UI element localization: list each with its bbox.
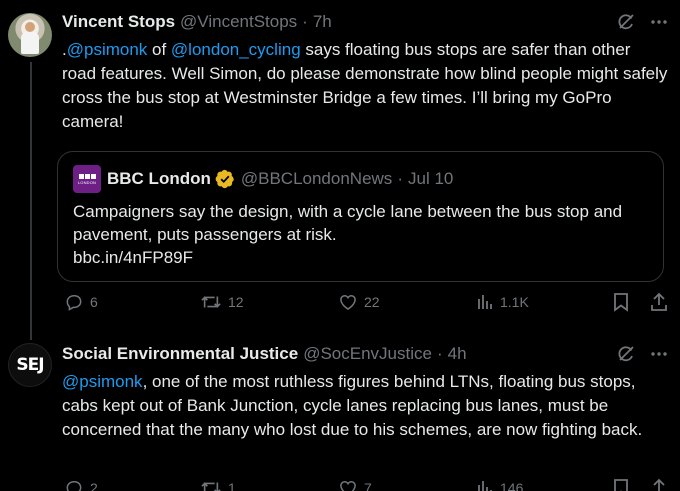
grok-icon[interactable]	[616, 344, 636, 364]
bookmark-button[interactable]	[612, 292, 630, 312]
more-icon[interactable]	[650, 13, 668, 31]
text-segment: of	[147, 40, 171, 59]
repost-button[interactable]: 12	[200, 292, 244, 312]
tweet-actions: 2 1 7 146	[0, 478, 680, 491]
mention-link[interactable]: @psimonk	[67, 40, 148, 59]
avatar-logo-text: SEJ	[16, 355, 44, 375]
views-icon	[476, 293, 494, 311]
bookmark-icon	[612, 292, 630, 312]
repost-count: 12	[228, 294, 244, 310]
like-count: 22	[364, 294, 380, 310]
like-icon	[338, 478, 358, 491]
share-button[interactable]	[650, 478, 668, 491]
like-button[interactable]: 7	[338, 478, 372, 491]
timestamp[interactable]: 7h	[313, 12, 332, 32]
mention-link[interactable]: @psimonk	[62, 372, 143, 391]
views-count: 146	[500, 480, 524, 491]
views-button[interactable]: 146	[476, 479, 523, 491]
quoted-text: Campaigners say the design, with a cycle…	[73, 202, 623, 244]
separator-dot: ·	[302, 12, 308, 31]
avatar[interactable]: SEJ	[8, 343, 52, 387]
like-count: 7	[364, 480, 372, 491]
verified-badge-icon	[215, 169, 235, 189]
tweet-actions: 6 12 22 1.1K	[0, 292, 680, 312]
author-name[interactable]: Vincent Stops	[62, 12, 175, 32]
author-handle[interactable]: @SocEnvJustice	[303, 344, 432, 364]
quoted-author-name[interactable]: BBC London	[107, 169, 211, 189]
share-icon	[650, 478, 668, 491]
tweet-header: Social Environmental Justice @SocEnvJust…	[62, 342, 668, 366]
more-icon[interactable]	[650, 345, 668, 363]
reply-button[interactable]: 2	[64, 478, 98, 491]
repost-count: 1	[228, 480, 236, 491]
tweet-header: Vincent Stops @VincentStops · 7h	[62, 10, 668, 34]
tweet[interactable]: Vincent Stops @VincentStops · 7h .@psimo…	[57, 10, 668, 282]
bookmark-button[interactable]	[612, 478, 630, 491]
reply-button[interactable]: 6	[64, 292, 98, 312]
quoted-link[interactable]: bbc.in/4nFP89F	[73, 246, 648, 269]
repost-icon	[200, 478, 222, 491]
tweet[interactable]: Social Environmental Justice @SocEnvJust…	[62, 342, 668, 442]
views-button[interactable]: 1.1K	[476, 293, 529, 311]
grok-icon[interactable]	[616, 12, 636, 32]
reply-count: 6	[90, 294, 98, 310]
author-name[interactable]: Social Environmental Justice	[62, 344, 298, 364]
like-button[interactable]: 22	[338, 292, 380, 312]
quoted-tweet-text: Campaigners say the design, with a cycle…	[73, 200, 648, 269]
share-icon	[650, 292, 668, 312]
author-handle[interactable]: @VincentStops	[180, 12, 297, 32]
bbc-london-logo: BBC LONDON	[73, 165, 101, 193]
views-count: 1.1K	[500, 294, 529, 310]
repost-icon	[200, 292, 222, 312]
separator-dot: ·	[436, 344, 443, 363]
timestamp[interactable]: 4h	[448, 344, 467, 364]
reply-icon	[64, 292, 84, 312]
like-icon	[338, 292, 358, 312]
text-segment: , one of the most ruthless figures behin…	[62, 372, 643, 439]
separator-dot: ·	[397, 169, 403, 188]
mention-link[interactable]: @london_cycling	[171, 40, 301, 59]
bookmark-icon	[612, 478, 630, 491]
quoted-tweet[interactable]: BBC LONDON BBC London @BBCLondonNews · J…	[57, 151, 664, 282]
share-button[interactable]	[650, 292, 668, 312]
avatar[interactable]	[8, 13, 52, 57]
views-icon	[476, 479, 494, 491]
reply-icon	[64, 478, 84, 491]
repost-button[interactable]: 1	[200, 478, 236, 491]
quoted-timestamp[interactable]: Jul 10	[408, 169, 453, 189]
tweet-text: .@psimonk of @london_cycling says floati…	[62, 38, 668, 134]
quoted-author-handle[interactable]: @BBCLondonNews	[241, 169, 392, 189]
reply-count: 2	[90, 480, 98, 491]
tweet-text: @psimonk, one of the most ruthless figur…	[62, 370, 668, 442]
